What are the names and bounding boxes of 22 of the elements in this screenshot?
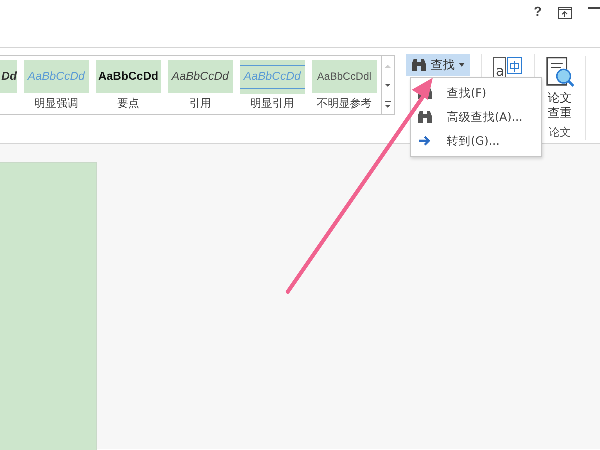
style-label: 明显强调 bbox=[34, 96, 78, 111]
style-preview[interactable]: AaBbCcDd bbox=[168, 60, 233, 93]
paper-check-label[interactable]: 论文 查重 bbox=[548, 91, 572, 121]
style-label: 明显引用 bbox=[250, 96, 294, 111]
binoculars-icon bbox=[417, 86, 433, 100]
menu-item[interactable]: 转到(G)... bbox=[411, 129, 541, 153]
style-preview[interactable]: Dd bbox=[0, 60, 17, 93]
menu-item[interactable]: 查找(F) bbox=[411, 81, 541, 105]
style-label: 引用 bbox=[190, 96, 212, 111]
arrow-icon bbox=[417, 134, 433, 148]
caret-icon bbox=[459, 63, 465, 67]
restore-icon[interactable] bbox=[558, 7, 572, 19]
binoculars-icon bbox=[411, 58, 427, 72]
find-button[interactable]: 查找 bbox=[406, 54, 470, 76]
binoculars-icon bbox=[417, 110, 433, 124]
menu-item[interactable]: 高级查找(A)... bbox=[411, 105, 541, 129]
style-label: 要点 bbox=[118, 96, 140, 111]
style-preview[interactable]: AaBbCcDd bbox=[96, 60, 161, 93]
style-preview[interactable]: AaBbCcDdl bbox=[312, 60, 377, 93]
help-button[interactable]: ? bbox=[534, 4, 542, 19]
style-label: 不明显参考 bbox=[317, 96, 372, 111]
group-label: 论文 bbox=[549, 125, 571, 140]
